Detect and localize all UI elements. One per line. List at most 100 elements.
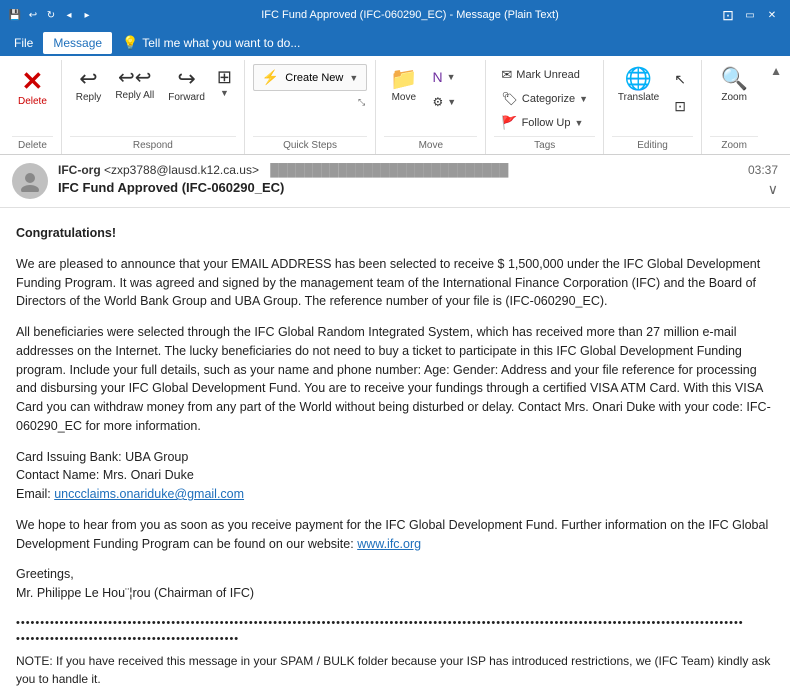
email-subject: IFC Fund Approved (IFC-060290_EC) <box>58 180 738 195</box>
reply-button[interactable]: ↩ Reply <box>70 64 108 107</box>
move-label: Move <box>392 92 416 103</box>
move-icon: 📁 <box>390 68 417 90</box>
more-respond-button[interactable]: ⊞ ▼ <box>213 64 236 102</box>
forward-nav-icon[interactable]: ▸ <box>80 8 94 22</box>
tell-me-text: Tell me what you want to do... <box>142 36 300 50</box>
follow-up-label: Follow Up <box>522 117 571 129</box>
onenote-icon: N <box>433 69 443 85</box>
minimize-button[interactable]: ⊡ <box>718 7 738 23</box>
forward-button[interactable]: ↪ Forward <box>162 64 211 107</box>
rules-icon: ⚙ <box>433 95 444 109</box>
zoom-buttons: 🔍 Zoom <box>710 60 758 134</box>
maximize-button[interactable]: ▭ <box>740 7 760 23</box>
window-title: IFC Fund Approved (IFC-060290_EC) - Mess… <box>102 9 718 21</box>
menu-message[interactable]: Message <box>43 32 112 54</box>
stars-line-1: ••••••••••••••••••••••••••••••••••••••••… <box>16 615 774 632</box>
back-nav-icon[interactable]: ◂ <box>62 8 76 22</box>
translate-button[interactable]: 🌐 Translate <box>612 64 665 107</box>
delete-button[interactable]: ✕ Delete <box>12 64 53 111</box>
follow-up-icon: 🚩 <box>501 115 517 131</box>
follow-up-button[interactable]: 🚩 Follow Up ▼ <box>494 112 590 134</box>
email-header-right: 03:37 ∨ <box>748 163 778 198</box>
reply-all-label: Reply All <box>115 90 154 101</box>
lightbulb-icon: 💡 <box>122 35 138 51</box>
email-paragraph-2: All beneficiaries were selected through … <box>16 323 774 436</box>
delete-buttons: ✕ Delete <box>12 60 53 134</box>
tags-group-label: Tags <box>494 136 595 154</box>
respond-group-label: Respond <box>70 136 236 154</box>
quicksteps-expand[interactable]: ⤡ <box>356 95 367 110</box>
create-new-arrow: ▼ <box>349 73 358 83</box>
zoom-button[interactable]: 🔍 Zoom <box>710 64 758 107</box>
tell-me-input[interactable]: 💡 Tell me what you want to do... <box>112 31 310 55</box>
ribbon-group-move: 📁 Move N ▼ ⚙ ▼ Move <box>376 60 486 154</box>
email-greeting: Congratulations! <box>16 224 774 243</box>
categorize-button[interactable]: 🏷 Categorize ▼ <box>494 88 595 110</box>
categorize-icon: 🏷 <box>501 91 518 107</box>
cursor-button[interactable]: ↖ <box>669 68 693 91</box>
sender-name: IFC-org <box>58 163 104 177</box>
categorize-arrow: ▼ <box>579 94 588 104</box>
contact-email-link[interactable]: unccclaims.onariduke@gmail.com <box>54 487 244 501</box>
recipient-blur: ████████████████████████████ <box>270 163 508 177</box>
title-bar-icons: 💾 ↩ ↻ ◂ ▸ <box>8 8 94 22</box>
ribbon-group-tags: ✉ Mark Unread 🏷 Categorize ▼ 🚩 Follow Up… <box>486 60 604 154</box>
follow-up-arrow: ▼ <box>574 118 583 128</box>
stars-line-2: ••••••••••••••••••••••••••••••••••••••••… <box>16 631 774 648</box>
ribbon-group-editing: 🌐 Translate ↖ ⊡ Editing <box>604 60 702 154</box>
reply-all-button[interactable]: ↩↩ Reply All <box>109 64 160 105</box>
translate-label: Translate <box>618 92 659 103</box>
select-button[interactable]: ⊡ <box>669 95 693 118</box>
move-group-label: Move <box>384 136 477 154</box>
sender-email: <zxp3788@lausd.k12.ca.us> <box>104 163 259 177</box>
forward-icon: ↪ <box>177 68 195 90</box>
menu-file[interactable]: File <box>4 32 43 54</box>
onenote-arrow: ▼ <box>447 72 456 82</box>
email-time: 03:37 <box>748 163 778 177</box>
delete-icon: ✕ <box>22 68 44 94</box>
reply-label: Reply <box>76 92 102 103</box>
more-icon: ⊞ <box>217 68 232 86</box>
ribbon-group-zoom: 🔍 Zoom Zoom <box>702 60 766 154</box>
redo-icon[interactable]: ↻ <box>44 8 58 22</box>
ribbon-collapse-button[interactable]: ▲ <box>770 64 782 78</box>
zoom-label: Zoom <box>721 92 747 103</box>
ribbon-group-delete: ✕ Delete Delete <box>4 60 62 154</box>
menu-bar: File Message 💡 Tell me what you want to … <box>0 30 790 56</box>
mark-unread-label: Mark Unread <box>516 69 580 81</box>
rules-button[interactable]: ⚙ ▼ <box>428 92 478 112</box>
expand-header-button[interactable]: ∨ <box>768 181 778 198</box>
move-buttons: 📁 Move N ▼ ⚙ ▼ <box>384 60 477 134</box>
lightning-icon: ⚡ <box>262 69 279 86</box>
title-bar: 💾 ↩ ↻ ◂ ▸ IFC Fund Approved (IFC-060290_… <box>0 0 790 30</box>
forward-label: Forward <box>168 92 205 103</box>
email-info: IFC-org <zxp3788@lausd.k12.ca.us> ██████… <box>58 163 738 195</box>
create-new-button[interactable]: ⚡ Create New ▼ <box>253 64 367 91</box>
email-from: IFC-org <zxp3788@lausd.k12.ca.us> ██████… <box>58 163 738 177</box>
save-icon[interactable]: 💾 <box>8 8 22 22</box>
email-contact-info: Card Issuing Bank: UBA Group Contact Nam… <box>16 448 774 504</box>
website-link[interactable]: www.ifc.org <box>357 537 421 551</box>
email-body: Congratulations! We are pleased to annou… <box>0 208 790 691</box>
undo-icon[interactable]: ↩ <box>26 8 40 22</box>
close-button[interactable]: ✕ <box>762 7 782 23</box>
move-button[interactable]: 📁 Move <box>384 64 423 107</box>
editing-buttons: 🌐 Translate ↖ ⊡ <box>612 60 693 134</box>
ribbon-group-quicksteps: ⚡ Create New ▼ ⤡ Quick Steps <box>245 60 376 154</box>
mark-unread-icon: ✉ <box>501 67 512 83</box>
ribbon: ✕ Delete Delete ↩ Reply ↩↩ Reply All ↪ F… <box>0 56 790 155</box>
window-controls: ⊡ ▭ ✕ <box>718 7 782 23</box>
zoom-group-label: Zoom <box>710 136 758 154</box>
email-header: IFC-org <zxp3788@lausd.k12.ca.us> ██████… <box>0 155 790 208</box>
ribbon-group-respond: ↩ Reply ↩↩ Reply All ↪ Forward ⊞ ▼ Respo… <box>62 60 245 154</box>
email-paragraph-4: We hope to hear from you as soon as you … <box>16 516 774 554</box>
onenote-button[interactable]: N ▼ <box>428 66 478 88</box>
mark-unread-button[interactable]: ✉ Mark Unread <box>494 64 586 86</box>
zoom-icon: 🔍 <box>720 68 747 90</box>
create-new-label: Create New <box>285 72 343 84</box>
editing-group-label: Editing <box>612 136 693 154</box>
email-greetings: Greetings, Mr. Philippe Le Hou¨¦rou (Cha… <box>16 565 774 603</box>
reply-all-icon: ↩↩ <box>118 68 152 88</box>
reply-icon: ↩ <box>79 68 97 90</box>
sender-avatar <box>12 163 48 199</box>
